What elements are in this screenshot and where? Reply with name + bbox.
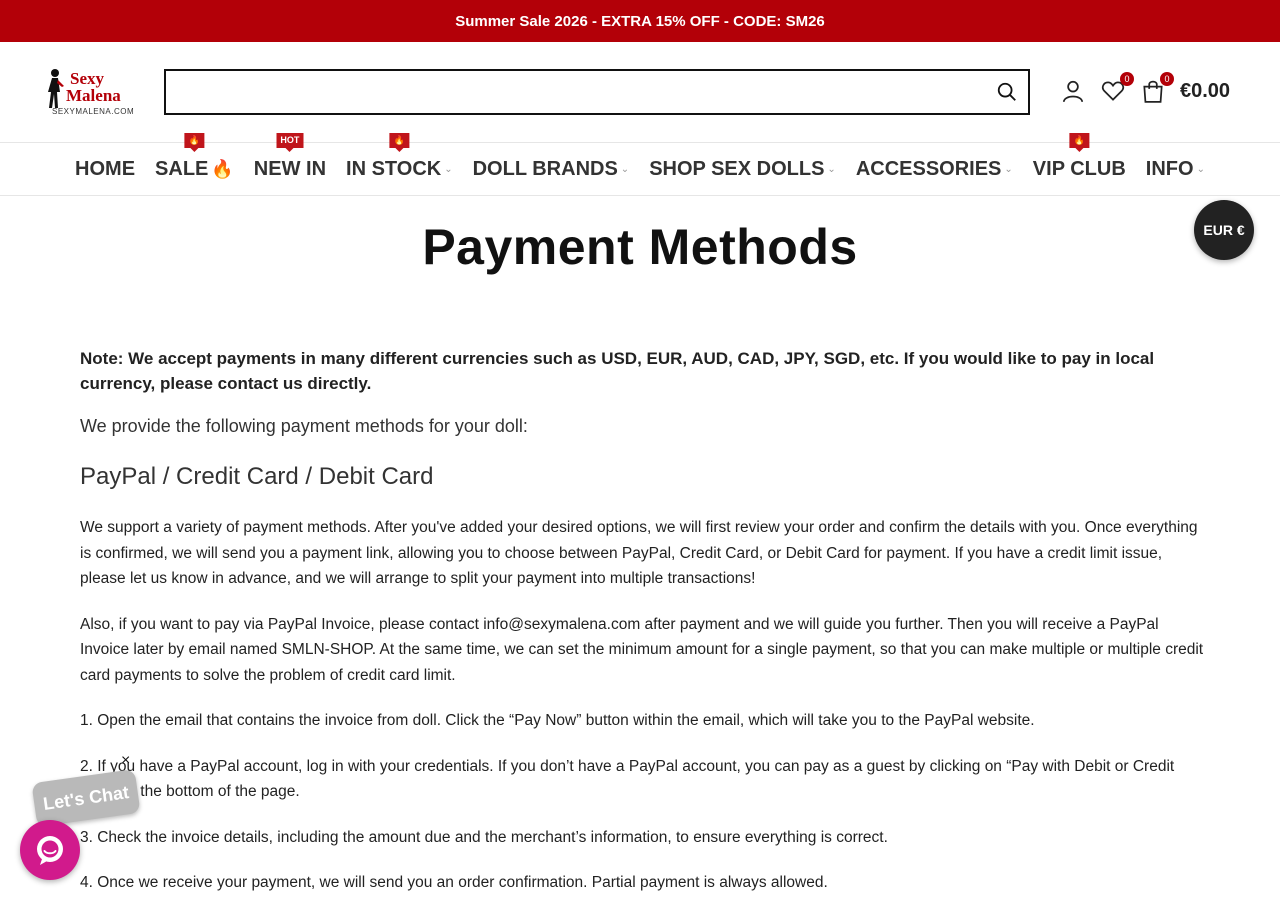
chat-button[interactable]: [20, 820, 80, 880]
site-header: Sexy Malena SEXYMALENA.COM 0 0 €0.00: [0, 42, 1280, 142]
cart-count-badge: 0: [1160, 72, 1174, 86]
paragraph: We support a variety of payment methods.…: [80, 519, 1198, 587]
step-2: 2. If you have a PayPal account, log in …: [80, 757, 1175, 801]
nav-item-label: HOME: [75, 157, 136, 180]
promo-text: Summer Sale 2026 - EXTRA 15% OFF - CODE:…: [455, 12, 825, 30]
currency-note: Note: We accept payments in many differe…: [80, 349, 1155, 393]
chat-bubble-icon: [37, 836, 63, 865]
nav-item-label: SHOP SEX DOLLS: [649, 157, 825, 180]
nav-item-label: VIP CLUB: [1032, 157, 1126, 180]
nav-item-shop-sex-dolls[interactable]: SHOP SEX DOLLS ⌄: [639, 158, 846, 181]
account-button[interactable]: [1060, 78, 1086, 104]
section-heading: PayPal / Credit Card / Debit Card: [80, 463, 434, 490]
fire-badge-icon: 🔥: [389, 132, 409, 148]
promo-bar: Summer Sale 2026 - EXTRA 15% OFF - CODE:…: [0, 0, 1280, 42]
page-content: Note: We accept payments in many differe…: [80, 346, 1205, 896]
site-logo[interactable]: Sexy Malena SEXYMALENA.COM: [44, 68, 144, 118]
nav-item-label: DOLL BRANDS: [472, 157, 618, 180]
chat-label-text: Let's Chat: [41, 781, 131, 814]
chevron-down-icon: ⌄: [827, 163, 836, 175]
currency-label: EUR €: [1203, 222, 1245, 238]
nav-item-vip-club[interactable]: 🔥 VIP CLUB: [1023, 132, 1136, 181]
main-nav: HOME 🔥 SALE 🔥 HOT NEW IN 🔥 IN STOCK ⌄ DO…: [0, 132, 1280, 196]
paragraph: Also, if you want to pay via PayPal Invo…: [80, 615, 1204, 684]
search-input[interactable]: [166, 71, 1028, 113]
flame-icon: 🔥: [211, 158, 234, 179]
fire-badge-icon: 🔥: [184, 132, 205, 148]
logo-figure-icon: [48, 69, 64, 108]
nav-item-sale[interactable]: 🔥 SALE 🔥: [145, 132, 244, 181]
search-icon[interactable]: [996, 81, 1018, 103]
nav-item-in-stock[interactable]: 🔥 IN STOCK ⌄: [336, 132, 463, 181]
nav-item-accessories[interactable]: ACCESSORIES ⌄: [846, 158, 1023, 181]
hot-badge: HOT: [276, 132, 304, 148]
nav-item-label: IN STOCK: [346, 157, 442, 180]
chevron-down-icon: ⌄: [1004, 163, 1013, 175]
nav-item-label: NEW IN: [253, 157, 327, 180]
logo-word-bottom: Malena: [66, 86, 121, 105]
nav-item-label: ACCESSORIES: [855, 157, 1002, 180]
nav-item-label: INFO: [1145, 157, 1194, 180]
intro-text: We provide the following payment methods…: [80, 416, 528, 436]
header-icons: 0 0 €0.00: [1060, 72, 1230, 104]
currency-switcher[interactable]: EUR €: [1194, 200, 1254, 260]
nav-item-new-in[interactable]: HOT NEW IN: [244, 132, 336, 181]
step-3: 3. Check the invoice details, including …: [80, 828, 888, 846]
nav-item-doll-brands[interactable]: DOLL BRANDS ⌄: [463, 158, 640, 181]
wishlist-button[interactable]: 0: [1100, 72, 1134, 104]
chevron-down-icon: ⌄: [444, 163, 453, 175]
user-icon: [1062, 80, 1084, 103]
logo-word-top: Sexy: [70, 69, 104, 88]
step-1: 1. Open the email that contains the invo…: [80, 712, 1035, 729]
nav-item-label: SALE: [155, 157, 209, 180]
close-icon[interactable]: ×: [121, 752, 130, 770]
logo-domain: SEXYMALENA.COM: [52, 107, 135, 116]
wishlist-count-badge: 0: [1120, 72, 1134, 86]
page-title: Payment Methods: [422, 219, 858, 275]
chevron-down-icon: ⌄: [620, 163, 630, 175]
fire-badge-icon: 🔥: [1069, 132, 1089, 148]
chevron-down-icon: ⌄: [1196, 163, 1205, 175]
nav-item-home[interactable]: HOME: [65, 158, 145, 181]
nav-item-info[interactable]: INFO ⌄: [1136, 158, 1215, 181]
cart-button[interactable]: 0: [1140, 72, 1174, 104]
cart-total[interactable]: €0.00: [1180, 80, 1230, 103]
search-box: [164, 69, 1030, 115]
step-4: 4. Once we receive your payment, we will…: [80, 874, 828, 891]
